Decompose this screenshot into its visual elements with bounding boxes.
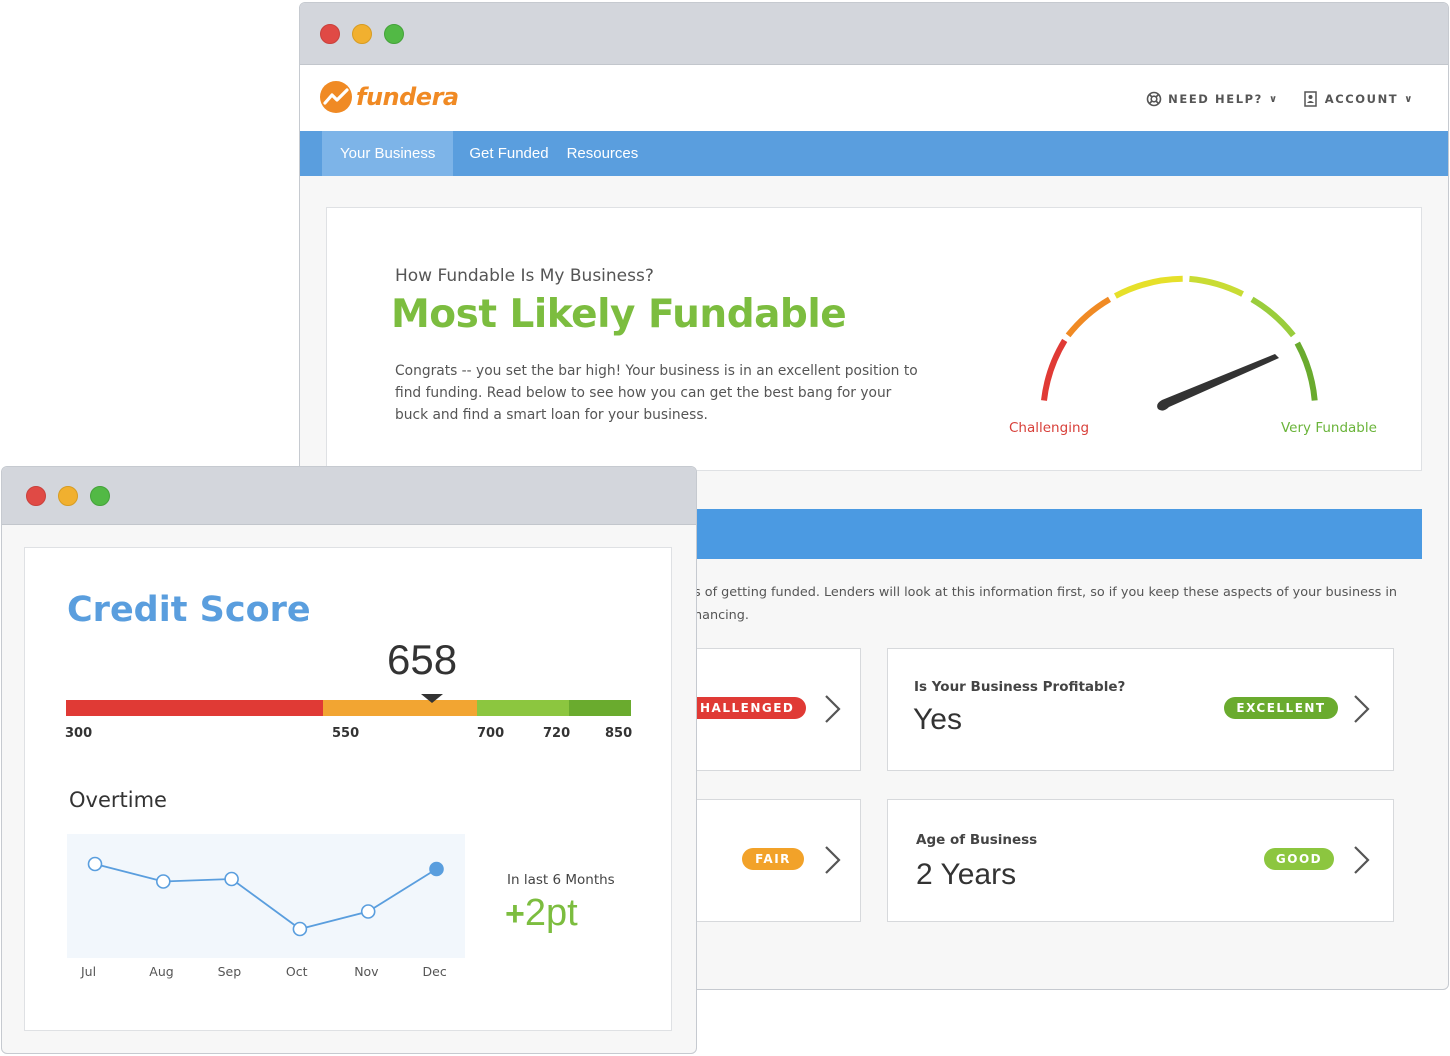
data-point[interactable] (429, 861, 444, 877)
fundability-card: How Fundable Is My Business? Most Likely… (326, 207, 1422, 471)
fundability-gauge (1041, 275, 1318, 411)
fundera-logo[interactable]: fundera (320, 81, 459, 113)
nav-your-business[interactable]: Your Business (322, 131, 454, 176)
overtime-line-chart (87, 856, 444, 937)
score-tick: 850 (605, 726, 633, 741)
status-badge: EXCELLENT (1224, 697, 1338, 719)
fundability-question: How Fundable Is My Business? (395, 266, 654, 286)
score-band (322, 700, 477, 716)
gauge-segment-high (1189, 275, 1244, 297)
factor-card-age[interactable]: Age of Business 2 Years GOOD (887, 799, 1394, 922)
section-intro-line: s of getting funded. Lenders will look a… (694, 585, 1398, 600)
account-icon (1303, 91, 1317, 107)
app-header: fundera NEED HELP? ∨ ACCOUNT ∨ (300, 65, 1448, 131)
gauge-high-label: Very Fundable (1281, 420, 1377, 436)
overtime-label: Overtime (69, 788, 167, 812)
status-badge: GOOD (1264, 848, 1334, 870)
gauge-low-label: Challenging (1009, 420, 1090, 436)
score-band (569, 700, 631, 716)
score-tick: 700 (477, 726, 505, 741)
fundability-result: Most Likely Fundable (391, 292, 847, 337)
score-change: +2pt (505, 892, 578, 935)
change-period-label: In last 6 Months (507, 872, 615, 888)
chevron-right-icon (825, 695, 841, 723)
x-tick-label: Dec (422, 964, 447, 979)
minimize-window-button[interactable] (58, 486, 78, 506)
need-help-label: NEED HELP? (1168, 92, 1263, 106)
section-intro: s of getting funded. Lenders will look a… (694, 581, 1414, 627)
score-marker (421, 694, 443, 703)
x-tick-label: Oct (285, 964, 308, 979)
chevron-right-icon (1354, 695, 1370, 723)
credit-score-bar (66, 700, 631, 716)
gauge-segment-low (1065, 296, 1112, 338)
window-titlebar (300, 3, 1448, 65)
nav-resources[interactable]: Resources (558, 131, 648, 176)
account-label: ACCOUNT (1324, 92, 1399, 106)
credit-score-window: Credit Score 658 300 550 700 720 850 Ove… (1, 466, 697, 1054)
data-point[interactable] (156, 874, 171, 889)
gauge-needle (1157, 354, 1279, 411)
close-window-button[interactable] (320, 24, 340, 44)
x-tick-label: Nov (354, 964, 379, 979)
data-point[interactable] (87, 856, 103, 872)
minimize-window-button[interactable] (352, 24, 372, 44)
score-change-value: 2pt (524, 892, 578, 934)
window-titlebar (2, 467, 696, 525)
x-tick-label: Sep (217, 964, 242, 979)
score-tick: 720 (543, 726, 571, 741)
factor-card-profitable[interactable]: Is Your Business Profitable? Yes EXCELLE… (887, 648, 1394, 771)
maximize-window-button[interactable] (384, 24, 404, 44)
fundability-description: Congrats -- you set the bar high! Your b… (395, 363, 918, 423)
fundera-logo-text: fundera (356, 83, 459, 111)
score-tick: 300 (65, 726, 93, 741)
need-help-menu[interactable]: NEED HELP? ∨ (1146, 91, 1279, 107)
nav-get-funded[interactable]: Get Funded (453, 131, 557, 176)
credit-score-title: Credit Score (67, 590, 311, 630)
credit-score-card: Credit Score 658 300 550 700 720 850 Ove… (24, 547, 672, 1031)
gauge-segment-higher (1250, 296, 1296, 338)
score-band (476, 700, 570, 716)
score-band (66, 700, 323, 716)
factor-question: Is Your Business Profitable? (914, 679, 1126, 695)
factor-answer: Yes (913, 703, 962, 736)
data-point[interactable] (224, 871, 239, 887)
chevron-right-icon (825, 846, 841, 874)
data-point[interactable] (360, 904, 376, 919)
chevron-right-icon (1354, 846, 1370, 874)
factor-answer: 2 Years (916, 858, 1017, 891)
series-line (94, 863, 437, 930)
account-menu[interactable]: ACCOUNT ∨ (1303, 91, 1414, 107)
credit-score-value: 658 (387, 636, 458, 683)
status-badge: FAIR (742, 848, 804, 870)
status-badge: HALLENGED (694, 697, 806, 719)
gauge-segment-mid (1113, 275, 1183, 299)
section-intro-line: nancing. (694, 608, 749, 623)
data-point[interactable] (292, 921, 308, 937)
plus-icon: + (505, 895, 525, 933)
chevron-down-icon: ∨ (1268, 93, 1279, 105)
fundera-logo-icon (320, 81, 352, 113)
factor-question: Age of Business (916, 832, 1038, 848)
maximize-window-button[interactable] (90, 486, 110, 506)
main-nav: Your Business Get Funded Resources (300, 131, 1448, 176)
close-window-button[interactable] (26, 486, 46, 506)
gauge-segment-very-fundable (1294, 341, 1318, 401)
score-tick: 550 (332, 726, 360, 741)
lifebuoy-icon (1146, 91, 1162, 107)
x-tick-label: Jul (81, 964, 97, 979)
x-tick-label: Aug (149, 964, 174, 979)
gauge-segment-challenging (1041, 338, 1068, 401)
chevron-down-icon: ∨ (1404, 93, 1414, 105)
